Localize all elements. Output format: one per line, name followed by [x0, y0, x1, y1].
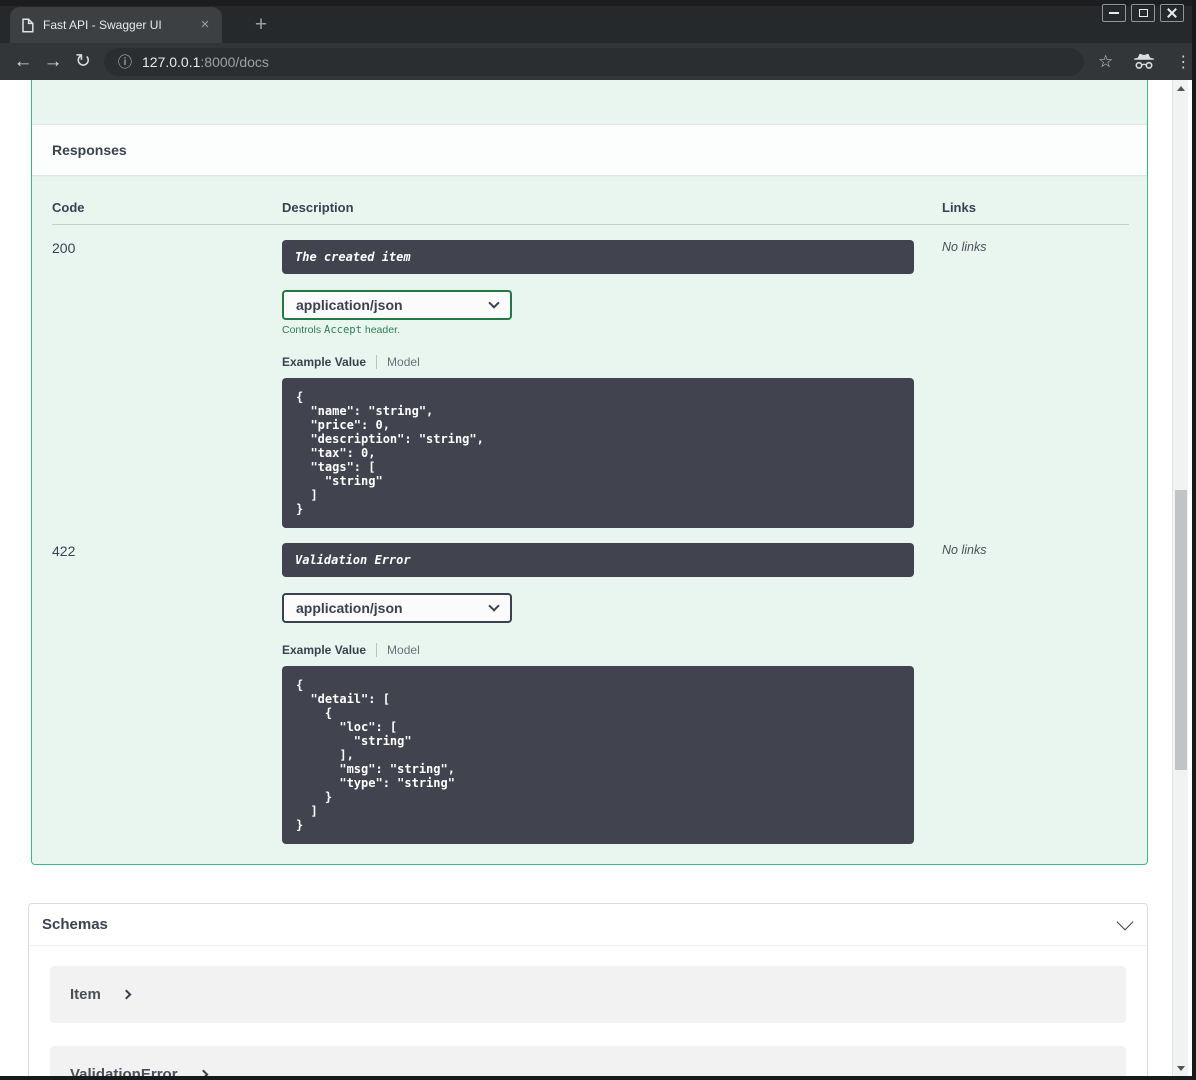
- response-200-description-text: The created item: [295, 250, 411, 264]
- tab-model[interactable]: Model: [387, 643, 420, 657]
- tab-separator: [376, 642, 378, 657]
- chevron-down-icon[interactable]: [1116, 913, 1134, 930]
- media-type-value: application/json: [296, 600, 403, 616]
- schema-validationerror-row[interactable]: ValidationError: [50, 1046, 1126, 1076]
- schemas-section: Schemas Item ValidationError: [28, 903, 1148, 1076]
- responses-title: Responses: [52, 142, 127, 158]
- scroll-down-button[interactable]: [1173, 1060, 1189, 1076]
- browser-tab-active[interactable]: Fast API - Swagger UI ×: [10, 7, 222, 43]
- response-422-description-text: Validation Error: [295, 553, 411, 567]
- example-json-block-422: { "detail": [ { "loc": [ "string" ], "ms…: [282, 666, 914, 844]
- example-json-200: { "name": "string", "price": 0, "descrip…: [296, 390, 484, 516]
- bookmark-star-icon[interactable]: ☆: [1098, 52, 1113, 72]
- scroll-up-button[interactable]: [1173, 80, 1189, 96]
- forward-button[interactable]: →: [38, 51, 68, 73]
- reload-button[interactable]: ↻: [68, 50, 98, 73]
- response-422-description-cell: Validation Error application/json Exampl…: [282, 528, 942, 844]
- accept-note-prefix: Controls: [282, 324, 325, 336]
- browser-menu-icon[interactable]: ⋮: [1175, 52, 1191, 72]
- minimize-icon: [1109, 12, 1119, 14]
- browser-window: Fast API - Swagger UI × + ← → ↻ ⓘ 127.0.…: [0, 0, 1196, 1080]
- scroll-up-icon: [1177, 85, 1185, 91]
- chevron-down-icon: [488, 297, 500, 309]
- response-422-description-box: Validation Error: [282, 543, 914, 577]
- example-model-tabs-200: Example Value Model: [282, 354, 942, 369]
- schemas-body: Item ValidationError: [29, 946, 1147, 1076]
- response-200-links: No links: [942, 240, 987, 254]
- column-header-description: Description: [282, 200, 942, 225]
- url-path: :8000/docs: [200, 53, 269, 70]
- schema-item-row[interactable]: Item: [50, 966, 1126, 1023]
- browser-toolbar: ← → ↻ ⓘ 127.0.0.1 :8000/docs ☆ ⋮: [0, 43, 1192, 80]
- column-header-code: Code: [52, 200, 282, 225]
- response-code-422: 422: [52, 543, 76, 559]
- new-tab-button[interactable]: +: [248, 13, 274, 39]
- swagger-page: Responses Code Description Links 200 The…: [0, 80, 1176, 1076]
- maximize-button[interactable]: [1131, 4, 1155, 22]
- responses-section-header: Responses: [32, 124, 1147, 175]
- example-model-tabs-422: Example Value Model: [282, 642, 942, 657]
- tab-example-value[interactable]: Example Value: [282, 643, 366, 657]
- response-200-description-box: The created item: [282, 240, 914, 274]
- media-type-select-200[interactable]: application/json: [282, 290, 512, 320]
- maximize-icon: [1138, 9, 1148, 17]
- schema-name: Item: [70, 986, 101, 1003]
- tab-title: Fast API - Swagger UI: [43, 18, 162, 32]
- chevron-right-icon: [121, 989, 132, 1000]
- opblock-spacer: [32, 80, 1147, 124]
- accept-note-suffix: header.: [361, 324, 400, 336]
- accept-note-code: Accept: [324, 324, 362, 336]
- tab-separator: [376, 354, 378, 369]
- browser-titlebar: Fast API - Swagger UI × +: [0, 0, 1192, 43]
- tab-model[interactable]: Model: [387, 355, 420, 369]
- close-icon: [1167, 8, 1177, 18]
- minimize-button[interactable]: [1102, 4, 1126, 22]
- address-bar[interactable]: ⓘ 127.0.0.1 :8000/docs: [104, 47, 1084, 76]
- chevron-down-icon: [488, 600, 500, 612]
- site-info-icon[interactable]: ⓘ: [118, 52, 132, 72]
- tab-close-icon[interactable]: ×: [196, 16, 214, 34]
- incognito-icon: [1133, 53, 1155, 70]
- example-json-422: { "detail": [ { "loc": [ "string" ], "ms…: [296, 678, 455, 832]
- page-favicon-icon: [22, 17, 34, 33]
- accept-header-note: Controls Accept header.: [282, 324, 942, 336]
- media-type-select-422[interactable]: application/json: [282, 593, 512, 623]
- scrollbar-thumb[interactable]: [1175, 490, 1187, 770]
- page-scrollbar[interactable]: [1172, 80, 1188, 1076]
- schemas-header[interactable]: Schemas: [29, 904, 1147, 946]
- response-200-description-cell: The created item application/json Contro…: [282, 225, 942, 528]
- chevron-right-icon: [198, 1069, 208, 1076]
- column-header-links: Links: [942, 200, 1129, 225]
- schema-name: ValidationError: [70, 1066, 178, 1076]
- url-host: 127.0.0.1: [142, 53, 201, 70]
- response-422-links: No links: [942, 543, 987, 557]
- media-type-value: application/json: [296, 297, 403, 313]
- tab-example-value[interactable]: Example Value: [282, 355, 366, 369]
- window-controls: [1102, 4, 1184, 22]
- scroll-down-icon: [1177, 1065, 1185, 1071]
- responses-table: Code Description Links 200 The created i…: [32, 175, 1147, 864]
- response-code-200: 200: [52, 240, 76, 256]
- titlebar-top-strip: [0, 0, 1192, 6]
- post-opblock: Responses Code Description Links 200 The…: [31, 80, 1148, 865]
- back-button[interactable]: ←: [8, 51, 38, 73]
- example-json-block-200: { "name": "string", "price": 0, "descrip…: [282, 378, 914, 528]
- schemas-title: Schemas: [42, 916, 108, 933]
- close-button[interactable]: [1160, 4, 1184, 22]
